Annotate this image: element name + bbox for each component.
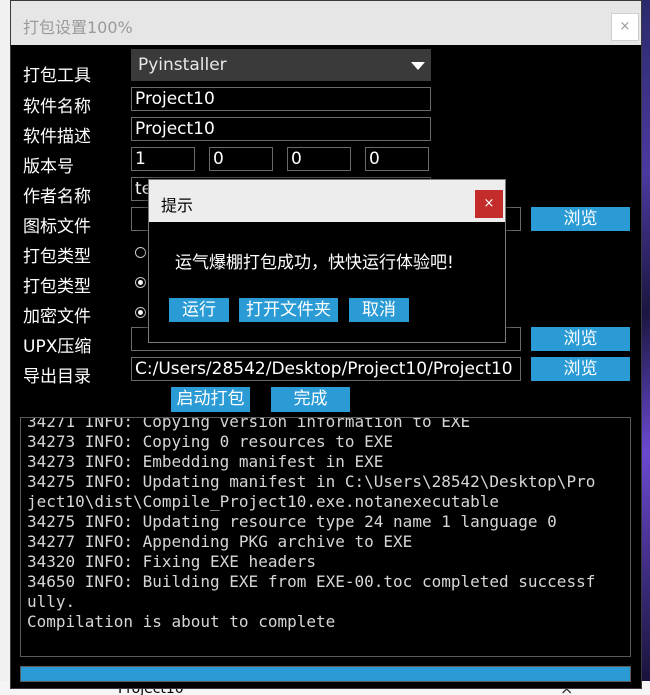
icon-file-label: 图标文件 <box>23 217 91 237</box>
version-patch-field[interactable]: 0 <box>287 147 351 171</box>
log-line: 34271 INFO: Copying version information … <box>27 417 471 431</box>
success-dialog: 提示 × 运气爆棚打包成功，快快运行体验吧! 运行 打开文件夹 取消 <box>148 179 506 343</box>
output-browse-button[interactable]: 浏览 <box>531 357 630 381</box>
build-progress-bar <box>20 666 631 682</box>
version-build-field[interactable]: 0 <box>365 147 429 171</box>
cancel-button[interactable]: 取消 <box>349 298 409 322</box>
upx-browse-button[interactable]: 浏览 <box>531 327 630 351</box>
done-button[interactable]: 完成 <box>271 387 350 412</box>
upx-label: UPX压缩 <box>23 337 92 357</box>
log-line: ully. <box>27 592 76 611</box>
dialog-close-button[interactable]: × <box>475 190 503 218</box>
output-dir-label: 导出目录 <box>23 367 91 387</box>
run-button[interactable]: 运行 <box>169 298 229 322</box>
version-major-field[interactable]: 1 <box>131 147 195 171</box>
window-titlebar: 打包设置100% × <box>11 1 641 45</box>
description-label: 软件描述 <box>23 127 91 147</box>
pack-type-label: 打包类型 <box>23 247 91 267</box>
tool-select[interactable]: Pyinstaller <box>131 49 431 81</box>
version-label: 版本号 <box>23 157 74 177</box>
encrypt-label: 加密文件 <box>23 307 91 327</box>
dialog-titlebar: 提示 × <box>149 180 505 222</box>
version-minor-field[interactable]: 0 <box>209 147 273 171</box>
name-label: 软件名称 <box>23 97 91 117</box>
pack-type-radio-1[interactable] <box>135 247 146 258</box>
log-line: 34320 INFO: Fixing EXE headers <box>27 552 316 571</box>
build-log[interactable]: 34271 INFO: Copying version information … <box>20 417 631 657</box>
name-field[interactable]: Project10 <box>131 87 431 111</box>
start-packaging-button[interactable]: 启动打包 <box>171 387 250 412</box>
icon-browse-button[interactable]: 浏览 <box>531 207 630 231</box>
author-label: 作者名称 <box>23 187 91 207</box>
dialog-message: 运气爆棚打包成功，快快运行体验吧! <box>175 253 454 273</box>
window-close-button[interactable]: × <box>611 13 639 41</box>
log-line: 34273 INFO: Copying 0 resources to EXE <box>27 432 394 451</box>
chevron-down-icon <box>411 62 425 70</box>
build-progress-fill <box>21 667 630 681</box>
output-dir-field[interactable]: C:/Users/28542/Desktop/Project10/Project… <box>131 357 521 381</box>
pack-type-label-2: 打包类型 <box>23 277 91 297</box>
packaging-settings-window: 打包设置100% × 打包工具 Pyinstaller 软件名称 Project… <box>10 0 642 689</box>
log-line: 34275 INFO: Updating resource type 24 na… <box>27 512 557 531</box>
pack-type-radio-2[interactable] <box>135 277 146 288</box>
tool-select-value: Pyinstaller <box>138 55 227 75</box>
log-line: Compilation is about to complete <box>27 612 336 631</box>
open-folder-button[interactable]: 打开文件夹 <box>239 298 338 322</box>
window-title: 打包设置100% <box>23 18 133 37</box>
log-line: 34273 INFO: Embedding manifest in EXE <box>27 452 384 471</box>
log-line: ject10\dist\Compile_Project10.exe.notane… <box>27 492 500 511</box>
dialog-title: 提示 <box>161 196 194 215</box>
log-line: 34275 INFO: Updating manifest in C:\User… <box>27 472 596 491</box>
log-line: 34277 INFO: Appending PKG archive to EXE <box>27 532 413 551</box>
log-line: 34650 INFO: Building EXE from EXE-00.toc… <box>27 572 596 591</box>
encrypt-radio[interactable] <box>135 307 146 318</box>
tool-label: 打包工具 <box>23 66 91 86</box>
description-field[interactable]: Project10 <box>131 117 431 141</box>
